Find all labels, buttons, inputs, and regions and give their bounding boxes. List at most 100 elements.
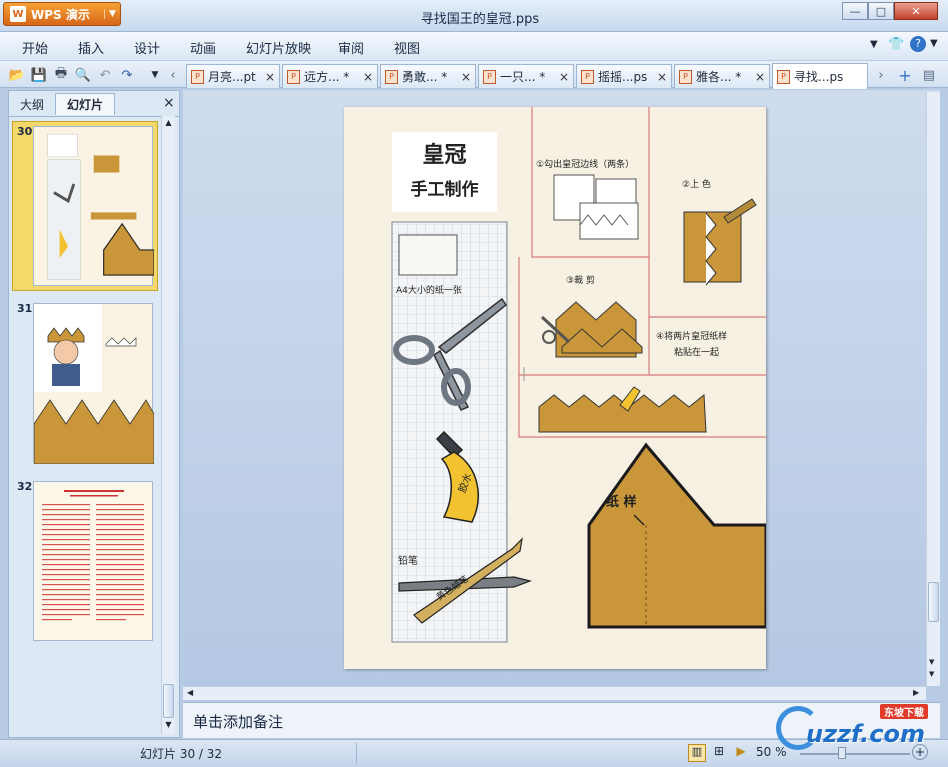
template-label: 纸 样: [606, 495, 637, 510]
panel-divider: [9, 116, 179, 117]
close-panel-icon[interactable]: ×: [163, 95, 175, 111]
window-title: 寻找国王的皇冠.pps: [420, 12, 540, 27]
slide-title-line2: 手工制作: [410, 180, 479, 200]
pps-file-icon: P: [287, 69, 300, 84]
doc-tab[interactable]: P 远方... * ×: [282, 64, 378, 88]
slides-panel-scrollbar[interactable]: ▲ ▼: [161, 116, 175, 734]
scroll-thumb[interactable]: [163, 684, 174, 718]
doc-tab-label: 勇敢... *: [402, 70, 448, 84]
doc-tab-active[interactable]: P 寻找...ps: [772, 63, 868, 89]
pps-file-icon: P: [385, 69, 398, 84]
scroll-thumb[interactable]: [928, 582, 939, 622]
slide-thumbnail-30[interactable]: [33, 126, 155, 286]
slide-title-line1: 皇冠: [422, 143, 467, 168]
editor-horizontal-scrollbar[interactable]: ◀ ▶: [183, 686, 926, 700]
slide-canvas[interactable]: 皇冠 手工制作 A4大小的纸一张 胶水 铅笔 黄色蜡笔 ①勾出皇冠边线（两条） …: [344, 107, 766, 669]
close-tab-icon[interactable]: ×: [265, 70, 275, 84]
normal-view-icon[interactable]: ▥: [688, 744, 706, 762]
scroll-right-icon[interactable]: ▶: [913, 688, 919, 697]
step4-label-line2: 粘贴在一起: [674, 348, 720, 358]
pencil-label: 铅笔: [398, 556, 418, 567]
close-window-button[interactable]: ✕: [894, 2, 938, 20]
menu-view[interactable]: 视图: [394, 38, 420, 57]
notes-placeholder: 单击添加备注: [193, 713, 284, 731]
ribbon-collapse-icon[interactable]: ▼: [870, 39, 878, 50]
doc-tab[interactable]: P 勇敢... * ×: [380, 64, 476, 88]
thumbnail-32-text-art: [42, 490, 144, 621]
minimize-button[interactable]: —: [842, 2, 868, 20]
help-icon[interactable]: ?: [910, 36, 926, 52]
scroll-down-icon[interactable]: ▼: [929, 658, 934, 666]
slide-thumbnail-31[interactable]: [33, 303, 155, 465]
tab-outline[interactable]: 大纲: [11, 93, 53, 115]
tab-slides[interactable]: 幻灯片: [55, 93, 115, 115]
close-tab-icon[interactable]: ×: [755, 70, 765, 84]
step4-label-line1: ④将两片皇冠纸样: [656, 332, 728, 342]
doc-tab-label: 月亮...pt: [208, 70, 256, 84]
chevron-down-icon: ▼: [104, 9, 120, 19]
close-tab-icon[interactable]: ×: [559, 70, 569, 84]
doc-tab[interactable]: P 摇摇...ps ×: [576, 64, 672, 88]
doc-tab-label: 摇摇...ps: [598, 70, 648, 84]
doc-tab-label: 寻找...ps: [794, 70, 844, 84]
thumbnail-31-art: [33, 304, 155, 465]
editor-vertical-scrollbar[interactable]: ▼ ▼: [926, 92, 940, 686]
pps-file-icon: P: [777, 69, 790, 84]
pps-file-icon: P: [581, 69, 594, 84]
tabs-scroll-left-icon[interactable]: ‹: [164, 66, 182, 84]
new-tab-icon[interactable]: +: [896, 66, 914, 85]
thumbnail-number: 30: [17, 125, 33, 138]
menu-home[interactable]: 开始: [22, 38, 48, 57]
maximize-button[interactable]: □: [868, 2, 894, 20]
step2-label: ②上 色: [682, 180, 711, 190]
pps-file-icon: P: [483, 69, 496, 84]
menu-bar: 开始 插入 设计 动画 幻灯片放映 审阅 视图 ▼ 👕 ? ▼: [0, 32, 948, 60]
thumbnail-number: 31: [17, 302, 33, 315]
step1-label: ①勾出皇冠边线（两条）: [536, 160, 635, 170]
slides-panel: 大纲 幻灯片 × 30 31 32: [8, 90, 180, 738]
slide-counter: 幻灯片 30 / 32: [140, 747, 223, 761]
uzzf-watermark-logo: 东坡下载 uzzf.com: [776, 700, 946, 764]
slide-sorter-icon[interactable]: ⊞: [710, 744, 728, 762]
tabs-scroll-right-icon[interactable]: ›: [872, 66, 890, 84]
scroll-left-icon[interactable]: ◀: [187, 688, 193, 697]
menu-insert[interactable]: 插入: [78, 38, 104, 57]
help-dropdown-icon[interactable]: ▼: [930, 38, 938, 49]
app-name: WPS 演示: [31, 7, 90, 22]
doc-tab[interactable]: P 月亮...pt ×: [186, 64, 280, 88]
print-preview-icon[interactable]: 🔍: [74, 66, 92, 84]
close-tab-icon[interactable]: ×: [461, 70, 471, 84]
scroll-up-icon[interactable]: ▲: [163, 118, 174, 130]
open-folder-icon[interactable]: 📂: [8, 66, 26, 84]
watermark-text: uzzf.com: [806, 720, 925, 748]
menu-review[interactable]: 审阅: [338, 38, 364, 57]
print-icon[interactable]: 🖶: [52, 66, 70, 84]
paper-label: A4大小的纸一张: [396, 286, 462, 296]
pps-file-icon: P: [679, 69, 692, 84]
doc-tab-label: 一只... *: [500, 70, 546, 84]
scroll-down-icon[interactable]: ▼: [163, 720, 174, 732]
close-tab-icon[interactable]: ×: [363, 70, 373, 84]
status-divider: [356, 743, 357, 763]
thumbnail-number: 32: [17, 480, 33, 493]
pps-file-icon: P: [191, 69, 204, 84]
wps-app-menu-button[interactable]: W WPS 演示 ▼: [3, 2, 121, 26]
doc-tab[interactable]: P 一只... * ×: [478, 64, 574, 88]
menu-animation[interactable]: 动画: [190, 38, 216, 57]
close-tab-icon[interactable]: ×: [657, 70, 667, 84]
customize-toolbar-icon[interactable]: ▼: [146, 66, 164, 84]
menu-design[interactable]: 设计: [134, 38, 160, 57]
next-slide-icon[interactable]: ▼: [929, 670, 934, 678]
skin-icon[interactable]: 👕: [888, 37, 904, 52]
thumbnail-30-art: [47, 133, 155, 280]
redo-icon[interactable]: ↷: [118, 66, 136, 84]
doc-tab[interactable]: P 雅各... * ×: [674, 64, 770, 88]
quick-toolbar: 📂 💾 🖶 🔍 ↶ ↷ ▼ ‹ P 月亮...pt × P 远方... * × …: [0, 60, 948, 89]
slideshow-icon[interactable]: ▶: [732, 744, 750, 762]
undo-icon[interactable]: ↶: [96, 66, 114, 84]
slide-thumbnail-32[interactable]: [33, 481, 153, 641]
menu-slideshow[interactable]: 幻灯片放映: [246, 38, 311, 57]
doc-tab-label: 雅各... *: [696, 70, 742, 84]
tab-list-icon[interactable]: ▤: [920, 66, 938, 84]
save-icon[interactable]: 💾: [30, 66, 48, 84]
